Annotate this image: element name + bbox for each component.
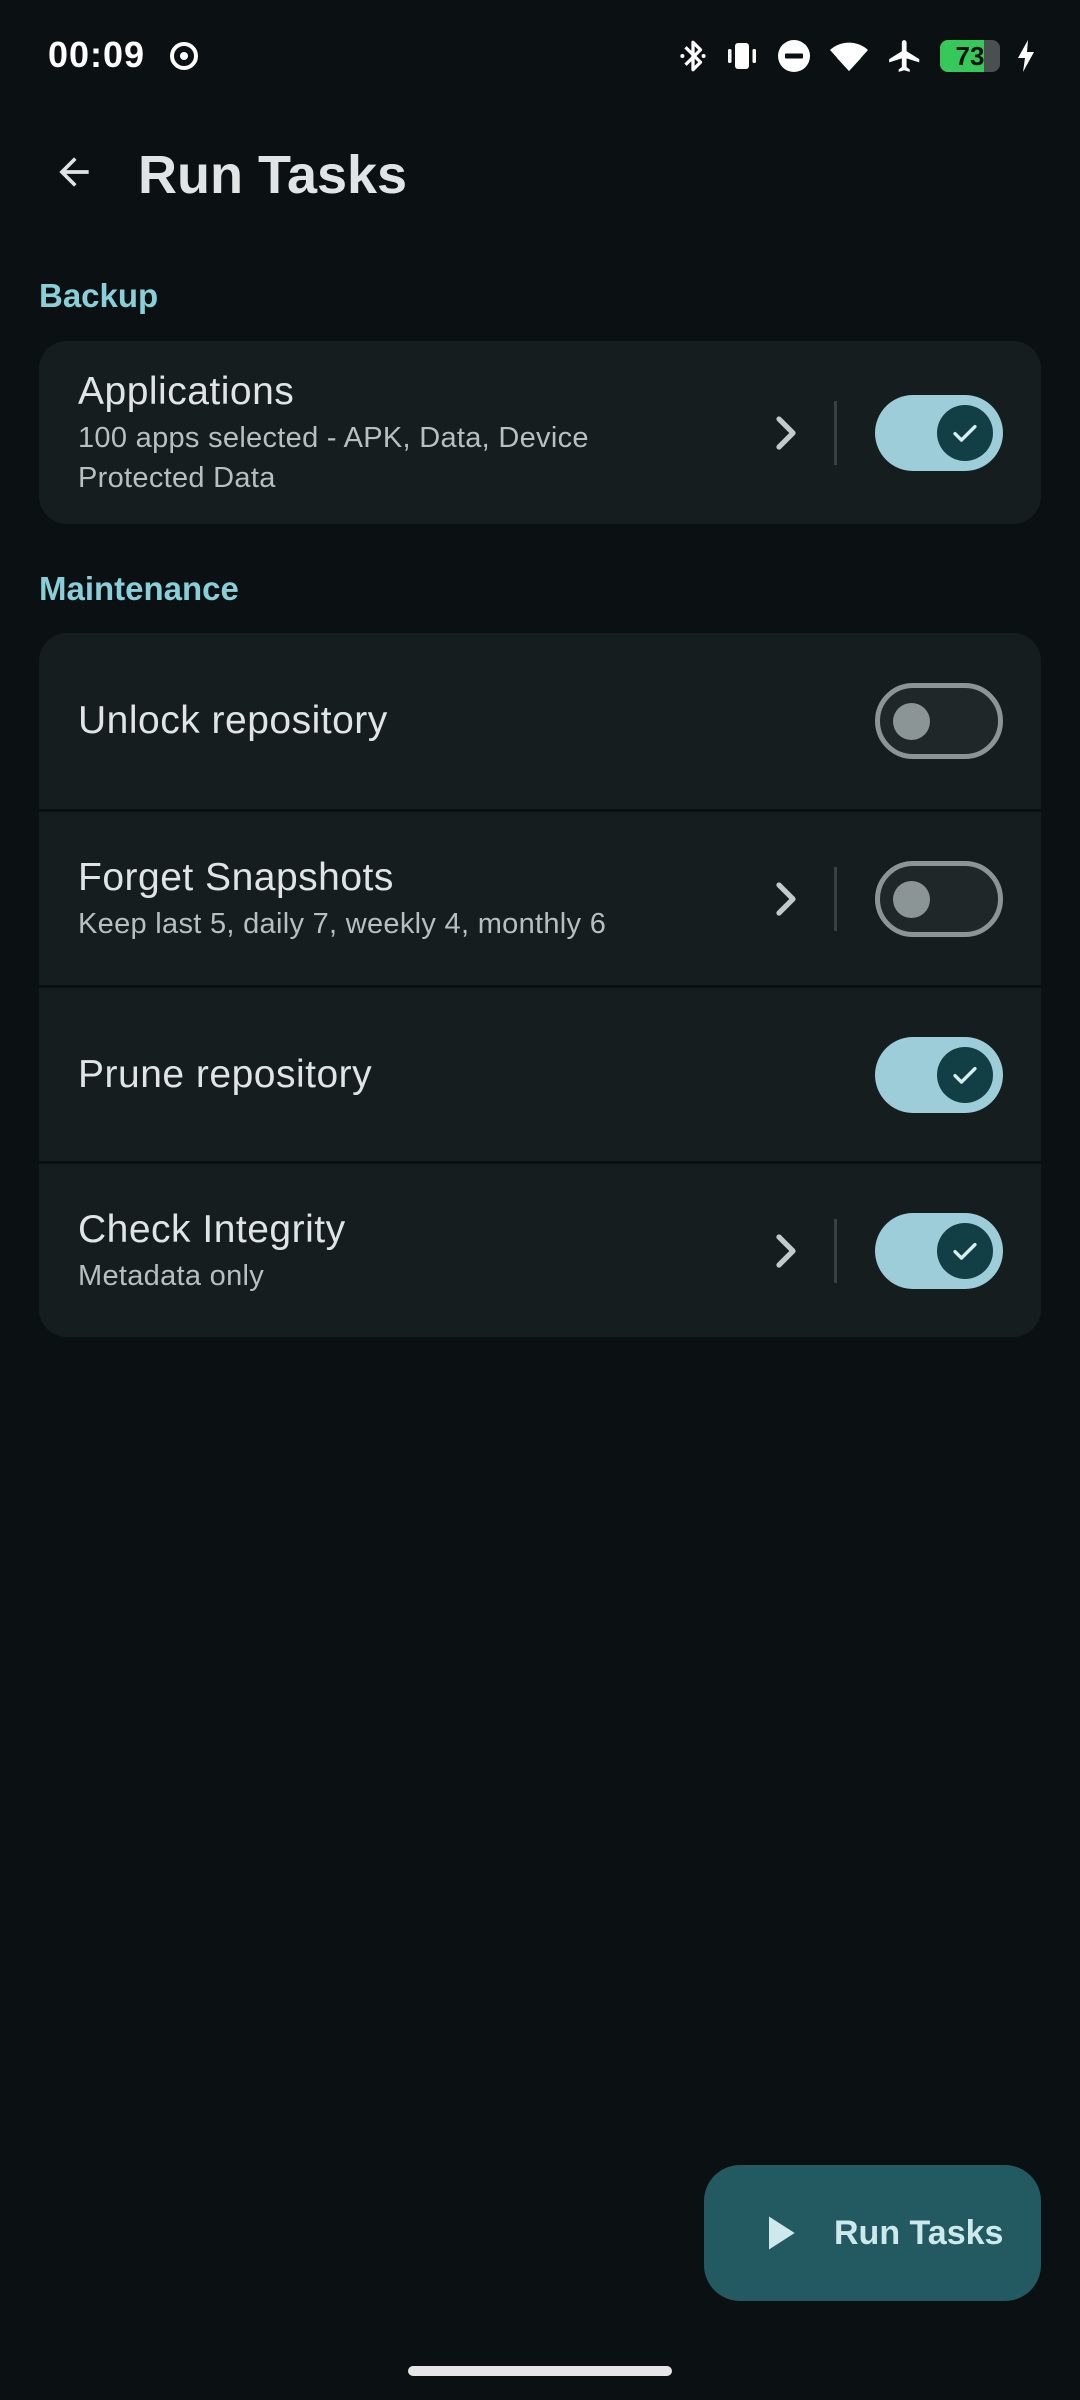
task-text: Prune repository <box>78 1051 778 1099</box>
task-text: Applications 100 apps selected - APK, Da… <box>78 368 778 498</box>
page-title: Run Tasks <box>138 145 408 205</box>
task-row-applications[interactable]: Applications 100 apps selected - APK, Da… <box>39 341 1041 524</box>
home-indicator[interactable] <box>408 2366 672 2376</box>
back-button[interactable] <box>40 138 108 206</box>
play-icon <box>769 2216 795 2250</box>
task-title: Prune repository <box>78 1052 373 1096</box>
check-integrity-switch[interactable] <box>875 1212 1003 1289</box>
arrow-left-icon <box>59 157 89 187</box>
wifi-icon <box>830 42 868 71</box>
task-title: Check Integrity <box>78 1207 346 1251</box>
section-label-backup: Backup <box>39 277 159 314</box>
check-icon <box>953 1242 977 1260</box>
divider <box>834 400 837 465</box>
charging-icon <box>1018 40 1034 72</box>
task-text: Unlock repository <box>78 697 778 745</box>
battery-level: 73 <box>955 41 985 71</box>
chevron-right-icon[interactable] <box>761 409 809 457</box>
recording-icon <box>170 42 198 70</box>
status-icons: 73 <box>678 34 1036 78</box>
task-subtitle: Metadata only <box>78 1259 265 1292</box>
backup-card: Applications 100 apps selected - APK, Da… <box>39 341 1041 524</box>
bluetooth-icon <box>680 40 706 72</box>
task-subtitle: 100 apps selected - APK, Data, Device Pr… <box>78 421 589 494</box>
switch-thumb <box>937 404 993 461</box>
task-title: Forget Snapshots <box>78 855 394 899</box>
switch-thumb <box>937 1046 993 1103</box>
run-tasks-fab[interactable]: Run Tasks <box>704 2165 1041 2301</box>
switch-thumb <box>937 1222 993 1279</box>
unlock-repository-switch[interactable] <box>875 683 1003 759</box>
divider <box>834 866 837 931</box>
status-bar: 00:09 73 <box>0 0 1080 112</box>
fab-label: Run Tasks <box>834 2213 1004 2252</box>
applications-switch[interactable] <box>875 394 1003 471</box>
divider <box>834 1218 837 1283</box>
task-row-forget-snapshots[interactable]: Forget Snapshots Keep last 5, daily 7, w… <box>39 809 1041 985</box>
task-title: Applications <box>78 369 295 413</box>
screen: 00:09 73 Run Tasks Backup Applications 1… <box>0 0 1080 2400</box>
airplane-mode-icon <box>889 40 920 72</box>
vibrate-icon <box>728 43 756 69</box>
task-text: Forget Snapshots Keep last 5, daily 7, w… <box>78 854 778 944</box>
chevron-right-icon[interactable] <box>761 1227 809 1275</box>
check-icon <box>953 424 977 442</box>
check-icon <box>953 1066 977 1084</box>
task-subtitle: Keep last 5, daily 7, weekly 4, monthly … <box>78 907 607 940</box>
task-row-check-integrity[interactable]: Check Integrity Metadata only <box>39 1161 1041 1337</box>
do-not-disturb-icon <box>778 40 810 72</box>
switch-thumb <box>893 880 930 918</box>
prune-repository-switch[interactable] <box>875 1036 1003 1113</box>
maintenance-card: Unlock repository Forget Snapshots Keep … <box>39 633 1041 1337</box>
section-label-maintenance: Maintenance <box>39 570 239 607</box>
task-text: Check Integrity Metadata only <box>78 1206 778 1296</box>
forget-snapshots-switch[interactable] <box>875 860 1003 937</box>
chevron-right-icon[interactable] <box>761 875 809 923</box>
task-row-unlock-repository[interactable]: Unlock repository <box>39 633 1041 809</box>
status-time: 00:09 <box>48 34 146 75</box>
task-row-prune-repository[interactable]: Prune repository <box>39 985 1041 1161</box>
app-bar: Run Tasks <box>0 112 1080 232</box>
switch-thumb <box>893 703 930 740</box>
task-title: Unlock repository <box>78 699 388 742</box>
battery-icon: 73 <box>940 40 1000 72</box>
